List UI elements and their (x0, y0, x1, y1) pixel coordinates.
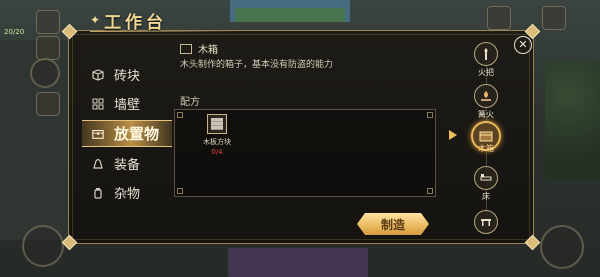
ingredient-name: 木板方块 (203, 138, 231, 146)
hud-slot[interactable] (487, 6, 511, 30)
action-button[interactable] (540, 225, 584, 269)
selection-pointer-icon (449, 130, 457, 140)
category-list: 砖块 墙壁 放置物 装备 杂物 (82, 62, 172, 209)
jar-icon (92, 187, 104, 199)
category-bricks[interactable]: 砖块 (82, 62, 172, 87)
background-block (228, 248, 368, 277)
craft-button[interactable]: 制造 (357, 213, 429, 235)
wall-icon (92, 98, 104, 110)
hud-button[interactable] (30, 58, 60, 88)
item-bed[interactable]: 床 (471, 166, 501, 202)
item-description: 木头制作的箱子，基本没有防盗的能力 (180, 60, 334, 70)
item-table[interactable] (471, 210, 501, 234)
item-torch[interactable]: 火把 (471, 42, 501, 78)
item-name: 木箱 (198, 45, 218, 56)
ingredient-count: 0/4 (211, 148, 223, 156)
category-label: 装备 (114, 158, 141, 173)
hud-slot[interactable] (36, 92, 60, 116)
category-label: 杂物 (114, 187, 141, 202)
hud-hp-text: 20/20 (4, 28, 25, 36)
hud-slot[interactable] (36, 10, 60, 34)
title-underline (90, 31, 240, 32)
wood-plank-icon (211, 118, 223, 130)
craft-button-label: 制造 (380, 217, 405, 232)
category-equipment[interactable]: 装备 (82, 151, 172, 176)
cube-icon (92, 68, 104, 81)
ingredient[interactable]: 木板方块 0/4 (195, 114, 239, 156)
box-corner (427, 112, 433, 118)
panel-title-wrap: ✦ 工作台 (90, 8, 168, 33)
sparkle-icon: ✦ (90, 13, 101, 27)
hud-slot[interactable] (542, 6, 566, 30)
item-header: 木箱 (180, 41, 218, 56)
chest-icon (180, 43, 192, 54)
item-chest[interactable]: 木箱 (471, 121, 501, 154)
joystick[interactable] (22, 225, 64, 267)
background-tree (545, 60, 600, 180)
background-grass (235, 8, 345, 22)
hud-slot[interactable] (36, 36, 60, 60)
chest-icon (92, 128, 104, 140)
category-misc[interactable]: 杂物 (82, 180, 172, 205)
category-label: 墙壁 (114, 98, 141, 113)
bell-icon (92, 158, 104, 170)
category-label: 砖块 (114, 69, 141, 84)
campfire-icon (474, 84, 498, 108)
box-corner (177, 188, 183, 194)
box-corner (427, 188, 433, 194)
item-campfire[interactable]: 篝火 (471, 84, 501, 120)
item-label: 篝火 (478, 110, 494, 119)
category-placeables[interactable]: 放置物 (82, 120, 172, 147)
ingredient-slot (207, 114, 227, 134)
recipe-label: 配方 (180, 97, 200, 108)
category-label: 放置物 (114, 125, 160, 143)
item-label: 床 (482, 192, 490, 201)
item-label: 木箱 (478, 144, 494, 153)
box-corner (177, 112, 183, 118)
close-button[interactable]: ✕ (514, 36, 532, 54)
panel-title: 工作台 (104, 12, 168, 33)
table-icon (474, 210, 498, 234)
category-walls[interactable]: 墙壁 (82, 91, 172, 116)
bed-icon (474, 166, 498, 190)
item-label: 火把 (478, 68, 494, 77)
torch-icon (474, 42, 498, 66)
